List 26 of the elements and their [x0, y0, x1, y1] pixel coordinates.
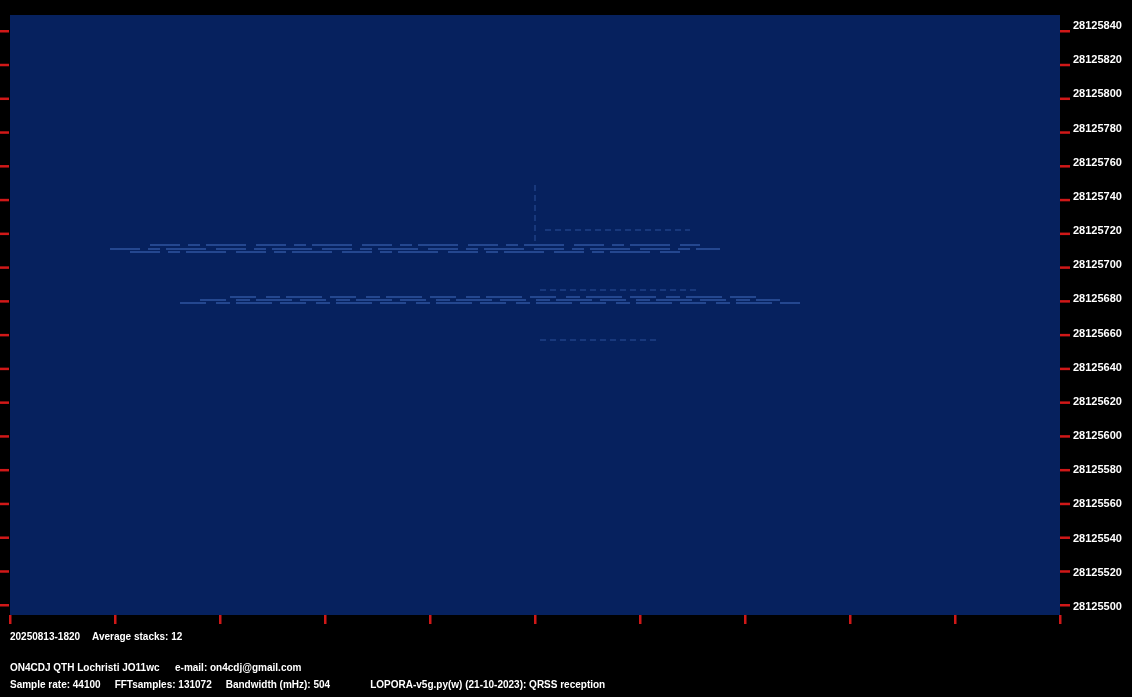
frequency-label: 28125540 — [1073, 530, 1122, 545]
frequency-label: 28125680 — [1073, 291, 1122, 306]
average-stacks: Average stacks: 12 — [92, 630, 183, 643]
frequency-label: 28125600 — [1073, 428, 1122, 443]
frequency-label: 28125500 — [1073, 598, 1122, 613]
frequency-label: 28125580 — [1073, 462, 1122, 477]
frequency-label: 28125720 — [1073, 223, 1122, 238]
timestamp: 20250813-1820 — [10, 630, 81, 643]
frequency-label: 28125700 — [1073, 257, 1122, 272]
frequency-label: 28125520 — [1073, 564, 1122, 579]
frequency-label: 28125740 — [1073, 188, 1122, 203]
frequency-label: 28125560 — [1073, 496, 1122, 511]
settings-text: LOPORA-v5g.py(w) (21-10-2023): QRSS reception — [370, 678, 606, 691]
frequency-label: 28125620 — [1073, 393, 1122, 408]
frequency-label: 28125800 — [1073, 86, 1122, 101]
frequency-label: 28125820 — [1073, 52, 1122, 67]
frequency-label: 28125660 — [1073, 325, 1122, 340]
station-info: ON4CDJ QTH Lochristi JO11wc — [10, 661, 161, 674]
frequency-label: 28125760 — [1073, 154, 1122, 169]
frequency-label: 28125840 — [1073, 18, 1122, 32]
settings-text: Sample rate: 44100 — [10, 678, 101, 691]
settings-text: Bandwidth (mHz): 504 — [225, 678, 331, 691]
email-text: e-mail: on4cdj@gmail.com — [175, 661, 302, 674]
frequency-label: 28125780 — [1073, 120, 1122, 135]
frequency-label: 28125640 — [1073, 359, 1122, 374]
settings-text: FFTsamples: 131072 — [114, 678, 212, 691]
